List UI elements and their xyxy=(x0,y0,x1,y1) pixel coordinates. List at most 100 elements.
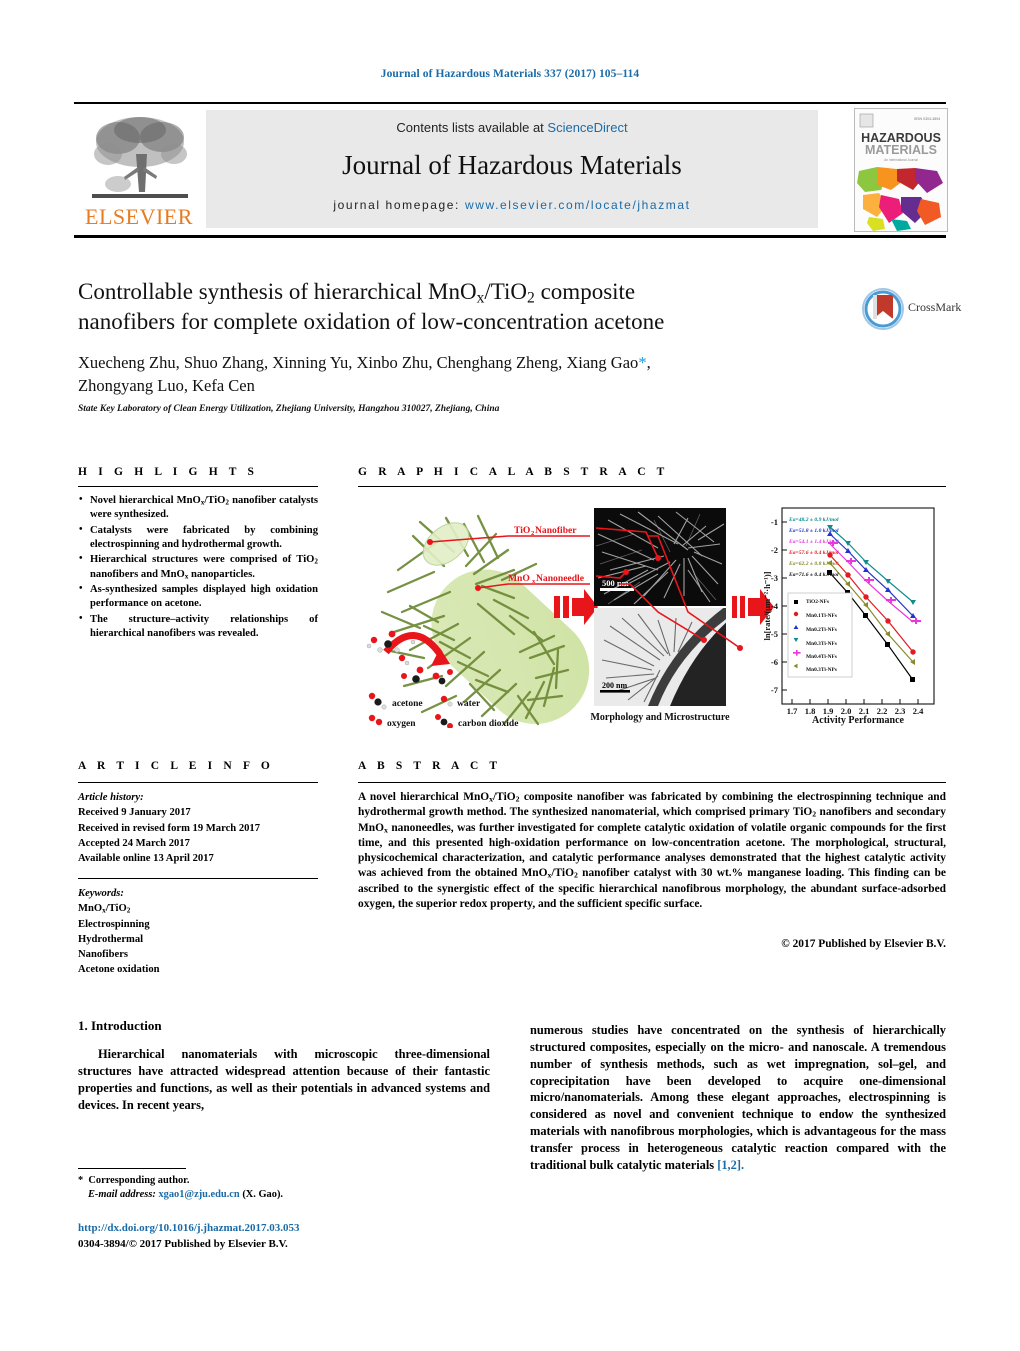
svg-text:Nanoneedle: Nanoneedle xyxy=(536,573,585,584)
legend-water-label: water xyxy=(457,699,481,709)
keyword-item: Electrospinning xyxy=(78,918,150,930)
y-axis-label: ln[rate/(µm⁻²·h⁻¹)] xyxy=(762,571,772,640)
y-tick: -6 xyxy=(771,657,778,667)
issn-copyright-line: 0304-3894/© 2017 Published by Elsevier B… xyxy=(78,1238,288,1250)
x-tick: 2.4 xyxy=(913,706,924,716)
accepted-date: Accepted 24 March 2017 xyxy=(78,837,190,849)
legend-entry: Mn0.3Ti-NPs xyxy=(806,667,837,673)
crossmark-label: CrossMark xyxy=(908,300,962,314)
legend-entry: Mn0.3Ti-NFs xyxy=(806,641,837,647)
nanofiber-schematic xyxy=(380,514,590,726)
email-label: E-mail address: xyxy=(88,1189,156,1201)
title-part-3: composite xyxy=(534,279,636,304)
doi-link[interactable]: http://dx.doi.org/10.1016/j.jhazmat.2017… xyxy=(78,1222,490,1234)
legend-entry: Mn0.4Ti-NFs xyxy=(806,654,837,660)
citation-link[interactable]: [1,2]. xyxy=(717,1158,744,1172)
chart-legend: TiO2-NFs Mn0.1Ti-NFs Mn0.2Ti-NFs Mn0.3Ti… xyxy=(787,592,853,678)
svg-text:MATERIALS: MATERIALS xyxy=(865,143,937,157)
article-info-heading: A R T I C L E I N F O xyxy=(78,760,274,772)
corresponding-author-text: Corresponding author. xyxy=(88,1175,190,1186)
footnote-block: * Corresponding author. E-mail address: … xyxy=(78,1174,490,1203)
legend-entry: Mn0.1Ti-NFs xyxy=(806,613,837,619)
section-heading-introduction: 1. Introduction xyxy=(78,1018,162,1033)
title-part-2: /TiO xyxy=(484,279,528,304)
highlights-list: Novel hierarchical MnOx/TiO2 nanofiber c… xyxy=(78,493,318,643)
keywords-label: Keywords: xyxy=(78,888,124,899)
paper-page: Journal of Hazardous Materials 337 (2017… xyxy=(0,0,1020,1351)
email-note: E-mail address: xgao1@zju.edu.cn (X. Gao… xyxy=(78,1188,490,1202)
graphical-abstract-figure: acetone water oxygen carbon dioxide TiO … xyxy=(358,500,946,729)
masthead-bottom-rule xyxy=(74,235,946,238)
journal-cover-art: ISSN 0304-3894 HAZARDOUS MATERIALS An In… xyxy=(855,109,947,231)
corresponding-author-marker: * xyxy=(638,353,647,372)
tem-scalebar-label: 200 nm xyxy=(602,681,627,690)
journal-homepage-link[interactable]: www.elsevier.com/locate/jhazmat xyxy=(465,198,691,212)
authors-line-1: Xuecheng Zhu, Shuo Zhang, Xinning Yu, Xi… xyxy=(78,353,639,372)
legend-entry: TiO2-NFs xyxy=(806,599,829,605)
article-history-label: Article history: xyxy=(78,792,144,803)
email-owner: (X. Gao). xyxy=(242,1189,284,1201)
contents-prefix: Contents lists available at xyxy=(396,120,548,135)
intro-paragraph-right: numerous studies have concentrated on th… xyxy=(530,1022,946,1174)
list-item: Hierarchical structures were comprised o… xyxy=(78,552,318,581)
caption-middle: Morphology and Microstructure xyxy=(590,712,730,723)
list-item: Novel hierarchical MnOx/TiO2 nanofiber c… xyxy=(78,493,318,522)
article-info-rule xyxy=(78,782,318,783)
journal-masthead: ELSEVIER Contents lists available at Sci… xyxy=(74,102,948,238)
annotation: Ea=71.6 ± 0.4 kJ/mol xyxy=(788,572,839,578)
author-list: Xuecheng Zhu, Shuo Zhang, Xinning Yu, Xi… xyxy=(78,353,651,395)
authors-line-2: Zhongyang Luo, Kefa Cen xyxy=(78,375,255,395)
svg-text:Nanofiber: Nanofiber xyxy=(535,525,577,536)
crossmark-badge[interactable]: CrossMark xyxy=(862,288,962,330)
email-link[interactable]: xgao1@zju.edu.cn xyxy=(158,1189,239,1200)
y-tick: -1 xyxy=(771,517,778,527)
journal-title: Journal of Hazardous Materials xyxy=(342,150,682,180)
product-molecules xyxy=(401,666,453,685)
legend-oxygen-label: oxygen xyxy=(387,719,416,728)
running-head: Journal of Hazardous Materials 337 (2017… xyxy=(380,68,640,80)
annotation: Ea=62.2 ± 0.8 kJ/mol xyxy=(788,561,839,567)
article-history: Article history: Received 9 January 2017… xyxy=(78,790,318,866)
annotation: Ea=48.2 ± 0.9 kJ/mol xyxy=(788,517,839,523)
intro-paragraph-left: Hierarchical nanomaterials with microsco… xyxy=(78,1047,490,1112)
elsevier-tree-icon xyxy=(92,117,188,198)
title-part-1: Controllable synthesis of hierarchical M… xyxy=(78,279,477,304)
annotation: Ea=51.8 ± 1.0 kJ/mol xyxy=(788,528,839,534)
corresponding-author-note: * Corresponding author. xyxy=(78,1175,190,1186)
sciencedirect-link[interactable]: ScienceDirect xyxy=(547,120,627,135)
abstract-copyright: © 2017 Published by Elsevier B.V. xyxy=(781,938,946,950)
journal-cover-thumbnail: ISSN 0304-3894 HAZARDOUS MATERIALS An In… xyxy=(854,108,948,232)
legend-entry: Mn0.2Ti-NFs xyxy=(806,627,837,633)
keyword-item: Acetone oxidation xyxy=(78,964,160,976)
graphical-abstract-svg: acetone water oxygen carbon dioxide TiO … xyxy=(366,507,935,729)
keyword-item: Nanofibers xyxy=(78,949,129,960)
legend-acetone-label: acetone xyxy=(392,699,423,709)
graphical-abstract-rule xyxy=(358,486,946,487)
affiliation: State Key Laboratory of Clean Energy Uti… xyxy=(78,404,500,414)
tem-image: 200 nm xyxy=(594,608,726,706)
keyword-item: MnOx/TiO2 xyxy=(78,903,131,915)
list-item: As-synthesized samples displayed high ox… xyxy=(78,582,318,611)
abstract-text: A novel hierarchical MnOx/TiO2 composite… xyxy=(358,791,946,910)
title-sub-2: 2 xyxy=(527,289,535,307)
contents-available-line: Contents lists available at ScienceDirec… xyxy=(206,120,818,135)
abstract-heading: A B S T R A C T xyxy=(358,760,502,772)
keywords-block: Keywords: MnOx/TiO2 Electrospinning Hydr… xyxy=(78,886,318,978)
highlights-rule xyxy=(78,486,318,487)
callout-mnox-label: MnO xyxy=(508,573,530,584)
process-arrow-1 xyxy=(554,589,598,625)
activity-chart: -1 -2 -3 -4 -5 -6 -7 1.7 1.8 1.9 2.0 2.1… xyxy=(762,507,935,726)
x-tick: 1.7 xyxy=(787,706,798,716)
legend-co2-label: carbon dioxide xyxy=(458,719,518,728)
homepage-prefix: journal homepage: xyxy=(333,198,465,212)
abstract-rule xyxy=(358,782,946,783)
y-tick: -4 xyxy=(771,601,779,611)
sem-scalebar-label: 500 nm xyxy=(602,578,629,588)
footnote-rule xyxy=(78,1168,186,1169)
graphical-abstract-heading: G R A P H I C A L A B S T R A C T xyxy=(358,466,669,478)
online-date: Available online 13 April 2017 xyxy=(78,853,214,864)
masthead-top-rule xyxy=(74,102,946,104)
annotation: Ea=54.1 ± 1.4 kJ/mol xyxy=(788,539,839,545)
svg-text:ISSN 0304-3894: ISSN 0304-3894 xyxy=(914,117,941,121)
intro-right-text: numerous studies have concentrated on th… xyxy=(530,1023,946,1172)
